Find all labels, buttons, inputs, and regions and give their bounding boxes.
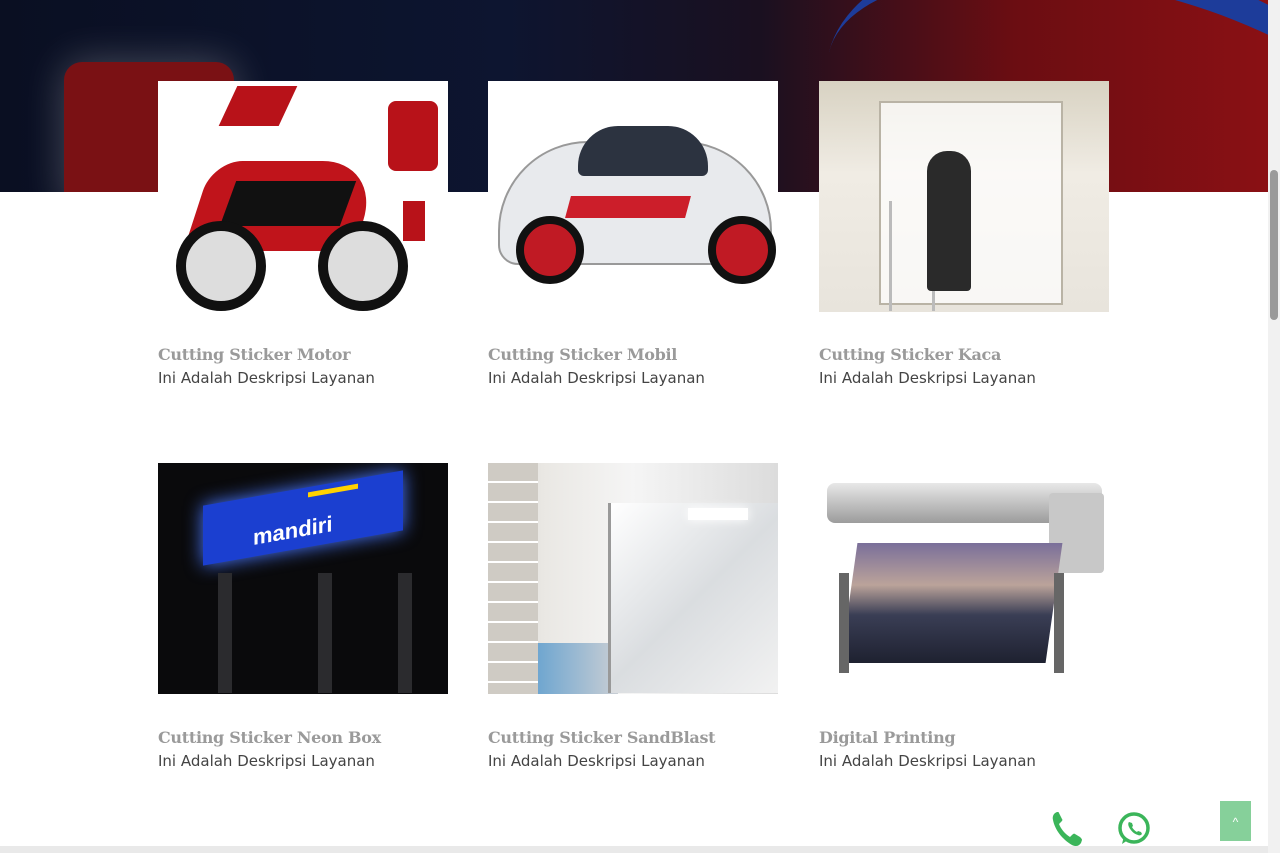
printer-leg <box>839 573 849 673</box>
service-image-motor[interactable] <box>158 81 448 312</box>
service-image-digital-printing[interactable] <box>819 463 1109 694</box>
service-description: Ini Adalah Deskripsi Layanan <box>819 752 1036 770</box>
back-to-top-button[interactable]: ^ <box>1220 801 1251 841</box>
service-card-motor[interactable]: Cutting Sticker Motor Ini Adalah Deskrip… <box>158 81 448 387</box>
car-wheel <box>516 216 584 284</box>
vertical-scrollbar[interactable] <box>1268 0 1280 853</box>
service-description: Ini Adalah Deskripsi Layanan <box>488 369 705 387</box>
motor-body-stripe <box>219 181 357 226</box>
service-card-mobil[interactable]: Cutting Sticker Mobil Ini Adalah Deskrip… <box>488 81 778 387</box>
service-title[interactable]: Cutting Sticker SandBlast <box>488 728 778 748</box>
service-title[interactable]: Cutting Sticker Neon Box <box>158 728 448 748</box>
service-description: Ini Adalah Deskripsi Layanan <box>158 369 375 387</box>
service-image-neon-box[interactable]: mandiri <box>158 463 448 694</box>
motor-decal <box>388 101 438 171</box>
service-title[interactable]: Cutting Sticker Motor <box>158 345 448 365</box>
page-bottom-edge <box>0 846 1268 853</box>
building-pillar <box>318 573 332 693</box>
service-image-mobil[interactable] <box>488 81 778 312</box>
motor-wheel <box>318 221 408 311</box>
car-wheel <box>708 216 776 284</box>
phone-icon[interactable] <box>1050 809 1084 849</box>
corridor-floor <box>538 643 618 694</box>
service-title[interactable]: Cutting Sticker Mobil <box>488 345 778 365</box>
motor-decal <box>403 201 425 241</box>
service-card-sandblast[interactable]: Cutting Sticker SandBlast Ini Adalah Des… <box>488 463 778 770</box>
service-title[interactable]: Cutting Sticker Kaca <box>819 345 1109 365</box>
brick-wall <box>488 463 538 694</box>
frosted-glass <box>608 503 778 693</box>
service-card-kaca[interactable]: Cutting Sticker Kaca Ini Adalah Deskrips… <box>819 81 1109 387</box>
service-description: Ini Adalah Deskripsi Layanan <box>488 752 705 770</box>
services-grid: Cutting Sticker Motor Ini Adalah Deskrip… <box>0 0 1268 853</box>
printer-leg <box>1054 573 1064 673</box>
printed-banner <box>840 543 1063 663</box>
building-pillar <box>398 573 412 693</box>
worker <box>927 151 971 291</box>
service-image-sandblast[interactable] <box>488 463 778 694</box>
building-pillar <box>218 573 232 693</box>
service-card-digital-printing[interactable]: Digital Printing Ini Adalah Deskripsi La… <box>819 463 1109 770</box>
service-image-kaca[interactable] <box>819 81 1109 312</box>
service-card-neon-box[interactable]: mandiri Cutting Sticker Neon Box Ini Ada… <box>158 463 448 770</box>
car-window <box>578 126 708 176</box>
car-graffiti <box>565 196 691 218</box>
motor-wheel <box>176 221 266 311</box>
ceiling-light <box>688 508 748 520</box>
service-description: Ini Adalah Deskripsi Layanan <box>158 752 375 770</box>
service-title[interactable]: Digital Printing <box>819 728 1109 748</box>
motor-decal <box>218 86 298 126</box>
whatsapp-icon[interactable] <box>1116 810 1152 848</box>
phone-icon-graphic <box>1052 812 1082 847</box>
whatsapp-icon-graphic <box>1118 812 1150 844</box>
scrollbar-thumb[interactable] <box>1270 170 1278 320</box>
service-description: Ini Adalah Deskripsi Layanan <box>819 369 1036 387</box>
